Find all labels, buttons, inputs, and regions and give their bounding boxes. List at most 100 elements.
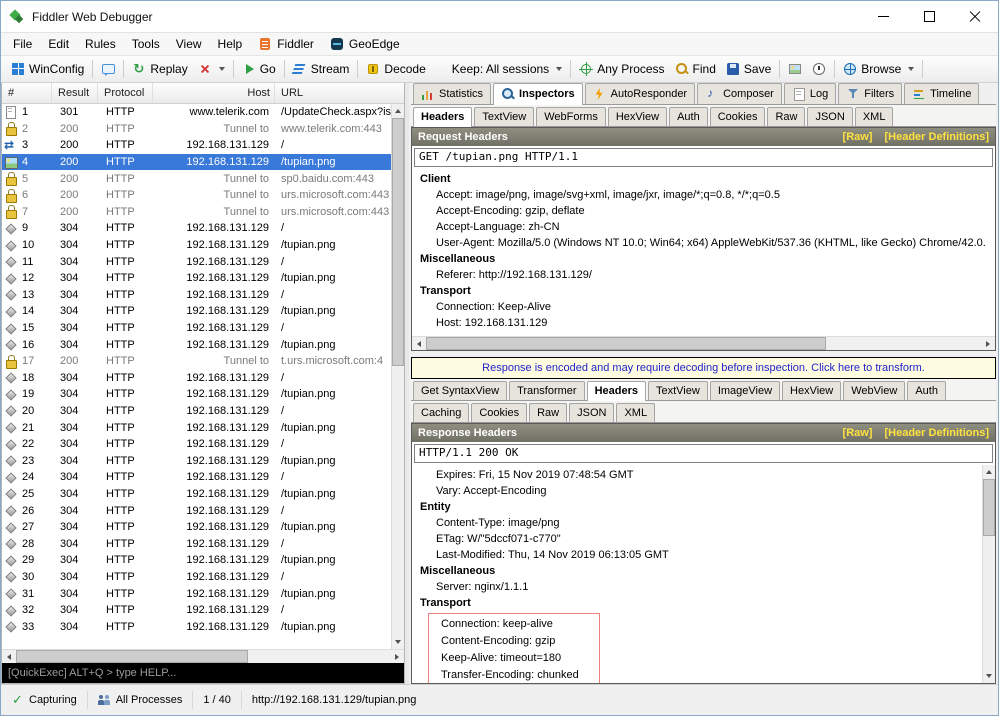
session-row[interactable]: 14304HTTP192.168.131.129/tupian.png xyxy=(2,303,391,320)
screenshot-button[interactable] xyxy=(783,59,807,79)
keep-sessions-dropdown[interactable]: Keep: All sessions xyxy=(447,59,567,79)
request-tab-textview[interactable]: TextView xyxy=(474,107,534,126)
column-header-num[interactable]: # xyxy=(2,83,52,103)
session-row[interactable]: 1301HTTPwww.telerik.com/UpdateCheck.aspx… xyxy=(2,104,391,121)
timer-button[interactable] xyxy=(807,59,831,79)
scroll-right-button[interactable] xyxy=(981,337,995,350)
menu-item-geoedge[interactable]: GeoEdge xyxy=(322,34,408,54)
menu-item-help[interactable]: Help xyxy=(210,34,251,54)
scroll-down-button[interactable] xyxy=(392,635,404,649)
session-row[interactable]: 13304HTTP192.168.131.129/ xyxy=(2,287,391,304)
find-button[interactable]: Find xyxy=(670,59,721,79)
session-row[interactable]: 12304HTTP192.168.131.129/tupian.png xyxy=(2,270,391,287)
session-row[interactable]: 33304HTTP192.168.131.129/tupian.png xyxy=(2,618,391,635)
tab-timeline[interactable]: Timeline xyxy=(904,83,979,104)
response-tab-json[interactable]: JSON xyxy=(569,403,614,422)
response-tab-auth[interactable]: Auth xyxy=(907,381,946,400)
response-tab-webview[interactable]: WebView xyxy=(843,381,905,400)
request-tab-headers[interactable]: Headers xyxy=(413,107,472,127)
response-tab-cookies[interactable]: Cookies xyxy=(471,403,527,422)
scroll-up-button[interactable] xyxy=(392,104,404,118)
session-row[interactable]: 3200HTTP192.168.131.129/ xyxy=(2,137,391,154)
menu-item-edit[interactable]: Edit xyxy=(40,34,77,54)
request-tab-cookies[interactable]: Cookies xyxy=(710,107,766,126)
encoding-notice[interactable]: Response is encoded and may require deco… xyxy=(411,357,996,379)
maximize-button[interactable] xyxy=(906,1,952,32)
session-row[interactable]: 21304HTTP192.168.131.129/tupian.png xyxy=(2,419,391,436)
session-row[interactable]: 26304HTTP192.168.131.129/ xyxy=(2,502,391,519)
session-row[interactable]: 11304HTTP192.168.131.129/ xyxy=(2,253,391,270)
menu-item-rules[interactable]: Rules xyxy=(77,34,124,54)
decode-button[interactable]: Decode xyxy=(361,59,430,79)
comment-button[interactable] xyxy=(96,59,120,79)
request-tab-webforms[interactable]: WebForms xyxy=(536,107,606,126)
response-tab-imageview[interactable]: ImageView xyxy=(710,381,780,400)
request-tab-auth[interactable]: Auth xyxy=(669,107,708,126)
session-row[interactable]: 23304HTTP192.168.131.129/tupian.png xyxy=(2,452,391,469)
session-row[interactable]: 24304HTTP192.168.131.129/ xyxy=(2,469,391,486)
scrollbar-thumb[interactable] xyxy=(426,337,826,350)
session-row[interactable]: 25304HTTP192.168.131.129/tupian.png xyxy=(2,486,391,503)
request-hscrollbar[interactable] xyxy=(412,336,995,350)
session-row[interactable]: 18304HTTP192.168.131.129/ xyxy=(2,370,391,387)
winconfig-button[interactable]: WinConfig xyxy=(6,59,89,79)
scroll-track[interactable] xyxy=(983,479,995,669)
scroll-down-button[interactable] xyxy=(983,669,995,683)
response-tab-textview[interactable]: TextView xyxy=(648,381,708,400)
session-row[interactable]: 17200HTTPTunnel tot.urs.microsoft.com:4 xyxy=(2,353,391,370)
session-row[interactable]: 19304HTTP192.168.131.129/tupian.png xyxy=(2,386,391,403)
tab-log[interactable]: Log xyxy=(784,83,836,104)
column-header-url[interactable]: URL xyxy=(275,83,404,103)
session-row[interactable]: 32304HTTP192.168.131.129/ xyxy=(2,602,391,619)
request-raw-link[interactable]: [Raw] xyxy=(843,131,873,143)
column-header-protocol[interactable]: Protocol xyxy=(98,83,153,103)
scrollbar-thumb[interactable] xyxy=(16,650,248,663)
response-tab-headers[interactable]: Headers xyxy=(587,381,646,401)
session-list-vscrollbar[interactable] xyxy=(391,104,404,649)
save-button[interactable]: Save xyxy=(721,59,776,79)
menu-item-view[interactable]: View xyxy=(168,34,210,54)
process-filter[interactable]: All Processes xyxy=(88,691,194,709)
response-header-definitions-link[interactable]: [Header Definitions] xyxy=(884,427,989,439)
stream-button[interactable]: Stream xyxy=(288,59,355,79)
browse-button[interactable]: Browse xyxy=(838,59,919,79)
response-raw-link[interactable]: [Raw] xyxy=(843,427,873,439)
scrollbar-thumb[interactable] xyxy=(392,118,404,366)
tab-filters[interactable]: Filters xyxy=(838,83,902,104)
scroll-left-button[interactable] xyxy=(2,650,16,663)
tab-inspectors[interactable]: Inspectors xyxy=(493,83,583,105)
session-row[interactable]: 28304HTTP192.168.131.129/ xyxy=(2,535,391,552)
scroll-right-button[interactable] xyxy=(390,650,404,663)
request-tab-json[interactable]: JSON xyxy=(807,107,852,126)
session-row[interactable]: 2200HTTPTunnel towww.telerik.com:443 xyxy=(2,121,391,138)
scrollbar-thumb[interactable] xyxy=(983,479,995,536)
session-row[interactable]: 31304HTTP192.168.131.129/tupian.png xyxy=(2,585,391,602)
session-row[interactable]: 10304HTTP192.168.131.129/tupian.png xyxy=(2,237,391,254)
session-row[interactable]: 7200HTTPTunnel tours.microsoft.com:443 xyxy=(2,204,391,221)
any-process-button[interactable]: Any Process xyxy=(574,59,669,79)
response-tab-xml[interactable]: XML xyxy=(616,403,655,422)
session-row[interactable]: 4200HTTP192.168.131.129/tupian.png xyxy=(2,154,391,171)
response-tab-caching[interactable]: Caching xyxy=(413,403,469,422)
response-vscrollbar[interactable] xyxy=(982,465,995,683)
column-header-host[interactable]: Host xyxy=(153,83,275,103)
scroll-track[interactable] xyxy=(426,337,981,350)
session-list-hscrollbar[interactable] xyxy=(2,649,404,663)
capturing-indicator[interactable]: Capturing xyxy=(1,691,88,709)
response-tab-transformer[interactable]: Transformer xyxy=(509,381,585,400)
scroll-up-button[interactable] xyxy=(983,465,995,479)
response-tab-hexview[interactable]: HexView xyxy=(782,381,841,400)
menu-item-file[interactable]: File xyxy=(5,34,40,54)
session-row[interactable]: 30304HTTP192.168.131.129/ xyxy=(2,569,391,586)
request-tab-hexview[interactable]: HexView xyxy=(608,107,667,126)
session-row[interactable]: 27304HTTP192.168.131.129/tupian.png xyxy=(2,519,391,536)
request-tab-raw[interactable]: Raw xyxy=(767,107,805,126)
tab-autoresponder[interactable]: AutoResponder xyxy=(585,83,695,104)
session-row[interactable]: 6200HTTPTunnel tours.microsoft.com:443 xyxy=(2,187,391,204)
scroll-track[interactable] xyxy=(392,118,404,635)
session-row[interactable]: 5200HTTPTunnel tosp0.baidu.com:443 xyxy=(2,170,391,187)
response-tab-get-syntaxview[interactable]: Get SyntaxView xyxy=(413,381,507,400)
menu-item-tools[interactable]: Tools xyxy=(124,34,168,54)
close-button[interactable] xyxy=(952,1,998,32)
tab-statistics[interactable]: Statistics xyxy=(413,83,491,104)
